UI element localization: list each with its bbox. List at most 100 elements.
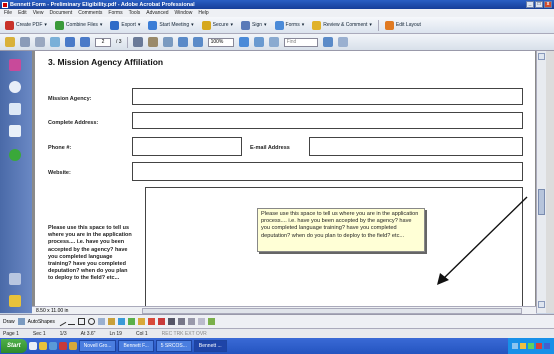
prev-page-icon[interactable] [65, 37, 75, 47]
signatures-panel-icon[interactable] [9, 103, 21, 115]
forms-button[interactable]: Forms ▾ [273, 19, 307, 31]
application-process-label: Please use this space to tell us where y… [48, 225, 132, 282]
clipart-tool-icon[interactable] [127, 318, 135, 325]
minimize-button[interactable]: _ [526, 1, 534, 8]
arrow-style-icon[interactable] [187, 318, 195, 325]
start-meeting-button[interactable]: Start Meeting ▾ [146, 19, 195, 31]
open-folder-icon[interactable] [5, 37, 15, 47]
fit-width-icon[interactable] [253, 37, 264, 47]
zoom-tool-icon[interactable] [162, 37, 173, 47]
tasks-toolbar: Create PDF ▾ Combine Files ▾ Export ▾ St… [0, 17, 554, 34]
tray-network-icon[interactable] [512, 343, 518, 349]
rotate-icon[interactable] [268, 37, 279, 47]
review-comment-button[interactable]: Review & Comment ▾ [310, 19, 374, 31]
attach-icon[interactable] [35, 37, 45, 47]
zoom-out-icon[interactable] [177, 37, 188, 47]
sign-button[interactable]: Sign ▾ [239, 19, 269, 31]
menu-document[interactable]: Document [49, 10, 72, 16]
mission-agency-field[interactable] [132, 88, 523, 105]
zoom-level-field[interactable]: 100% [207, 37, 234, 47]
close-button[interactable]: x [544, 1, 552, 8]
diagram-tool-icon[interactable] [117, 318, 125, 325]
page-total: / 3 [116, 39, 122, 45]
vertical-scrollbar[interactable] [536, 51, 546, 313]
next-page-icon[interactable] [80, 37, 90, 47]
email-icon[interactable] [50, 37, 60, 47]
zoom-in-icon[interactable] [192, 37, 203, 47]
taskbar-item-srcos[interactable]: 5 SRCOS... [155, 340, 192, 352]
textbox-tool-icon[interactable] [97, 318, 105, 325]
scroll-thumb[interactable] [538, 189, 545, 215]
page-size-readout: 8.50 x 11.00 in [36, 307, 69, 314]
menu-tools[interactable]: Tools [129, 10, 141, 16]
bookmarks-panel-icon[interactable] [9, 81, 21, 93]
snapshot-icon[interactable] [337, 37, 348, 47]
draw-menu[interactable]: Draw [3, 319, 15, 325]
menu-comments[interactable]: Comments [78, 10, 102, 16]
menu-advanced[interactable]: Advanced [146, 10, 168, 16]
tray-app-icon[interactable] [536, 343, 542, 349]
fill-color-icon[interactable] [137, 318, 145, 325]
edit-layout-button[interactable]: Edit Layout [383, 19, 423, 31]
create-pdf-button[interactable]: Create PDF ▾ [3, 19, 49, 31]
menu-window[interactable]: Window [175, 10, 193, 16]
status-modes: REC TRK EXT OVR [161, 330, 207, 337]
taskbar-item-bennett-pdf[interactable]: Bennett ... [193, 340, 227, 352]
create-pdf-label: Create PDF [16, 22, 43, 28]
phone-field[interactable] [132, 137, 242, 156]
menu-help[interactable]: Help [198, 10, 208, 16]
menu-view[interactable]: View [33, 10, 44, 16]
combine-files-button[interactable]: Combine Files ▾ [53, 19, 104, 31]
menu-edit[interactable]: Edit [18, 10, 27, 16]
start-button[interactable]: Start [1, 339, 27, 353]
scroll-up-button[interactable] [538, 53, 545, 60]
line-color-icon[interactable] [147, 318, 155, 325]
taskbar-item-novell[interactable]: Novell Gro... [78, 340, 117, 352]
drawing-toolbar: Draw AutoShapes [0, 314, 554, 328]
quicklaunch-media-icon[interactable] [68, 342, 77, 350]
line-style-icon[interactable] [167, 318, 175, 325]
tray-security-icon[interactable] [528, 343, 534, 349]
line-tool-icon[interactable] [56, 316, 67, 327]
attach-clip-icon[interactable] [9, 273, 21, 285]
attachments-panel-icon[interactable] [9, 149, 21, 161]
hand-tool-icon[interactable] [147, 37, 158, 47]
autoshapes-menu[interactable]: AutoShapes [28, 319, 55, 325]
taskbar-item-bennett-doc[interactable]: Bennett F... [118, 340, 154, 352]
page-size-bar: 8.50 x 11.00 in [32, 306, 536, 314]
dash-style-icon[interactable] [177, 318, 185, 325]
quicklaunch-outlook-icon[interactable] [48, 342, 57, 350]
shadow-style-icon[interactable] [197, 318, 205, 325]
pages-panel-icon[interactable] [9, 59, 21, 71]
print-icon[interactable] [20, 37, 30, 47]
comments-panel-icon[interactable] [9, 295, 21, 307]
tray-volume-icon[interactable] [544, 343, 550, 349]
quicklaunch-acrobat-icon[interactable] [58, 342, 67, 350]
select-tool-icon[interactable] [132, 37, 143, 47]
find-input[interactable]: Find [283, 37, 318, 47]
select-objects-icon[interactable] [17, 318, 25, 325]
3d-style-icon[interactable] [207, 318, 215, 325]
fit-page-icon[interactable] [238, 37, 249, 47]
secure-label: Secure [212, 22, 229, 28]
wordart-tool-icon[interactable] [107, 318, 115, 325]
rectangle-tool-icon[interactable] [77, 318, 85, 325]
export-button[interactable]: Export ▾ [108, 19, 142, 31]
oval-tool-icon[interactable] [87, 318, 95, 325]
complete-address-field[interactable] [132, 112, 523, 129]
arrow-tool-icon[interactable] [67, 318, 75, 325]
font-color-icon[interactable] [157, 318, 165, 325]
menu-forms[interactable]: Forms [108, 10, 122, 16]
scroll-down-button[interactable] [538, 301, 545, 308]
page-number-input[interactable]: 2 [95, 37, 111, 47]
quicklaunch-ie-icon[interactable] [28, 342, 37, 350]
search-icon[interactable] [322, 37, 333, 47]
website-field[interactable] [132, 162, 523, 181]
menu-file[interactable]: File [4, 10, 12, 16]
maximize-button[interactable]: □ [535, 1, 543, 8]
layers-panel-icon[interactable] [9, 125, 21, 137]
quicklaunch-folder-icon[interactable] [38, 342, 47, 350]
tray-alert-icon[interactable] [520, 343, 526, 349]
email-field[interactable] [309, 137, 523, 156]
secure-button[interactable]: Secure ▾ [200, 19, 235, 31]
